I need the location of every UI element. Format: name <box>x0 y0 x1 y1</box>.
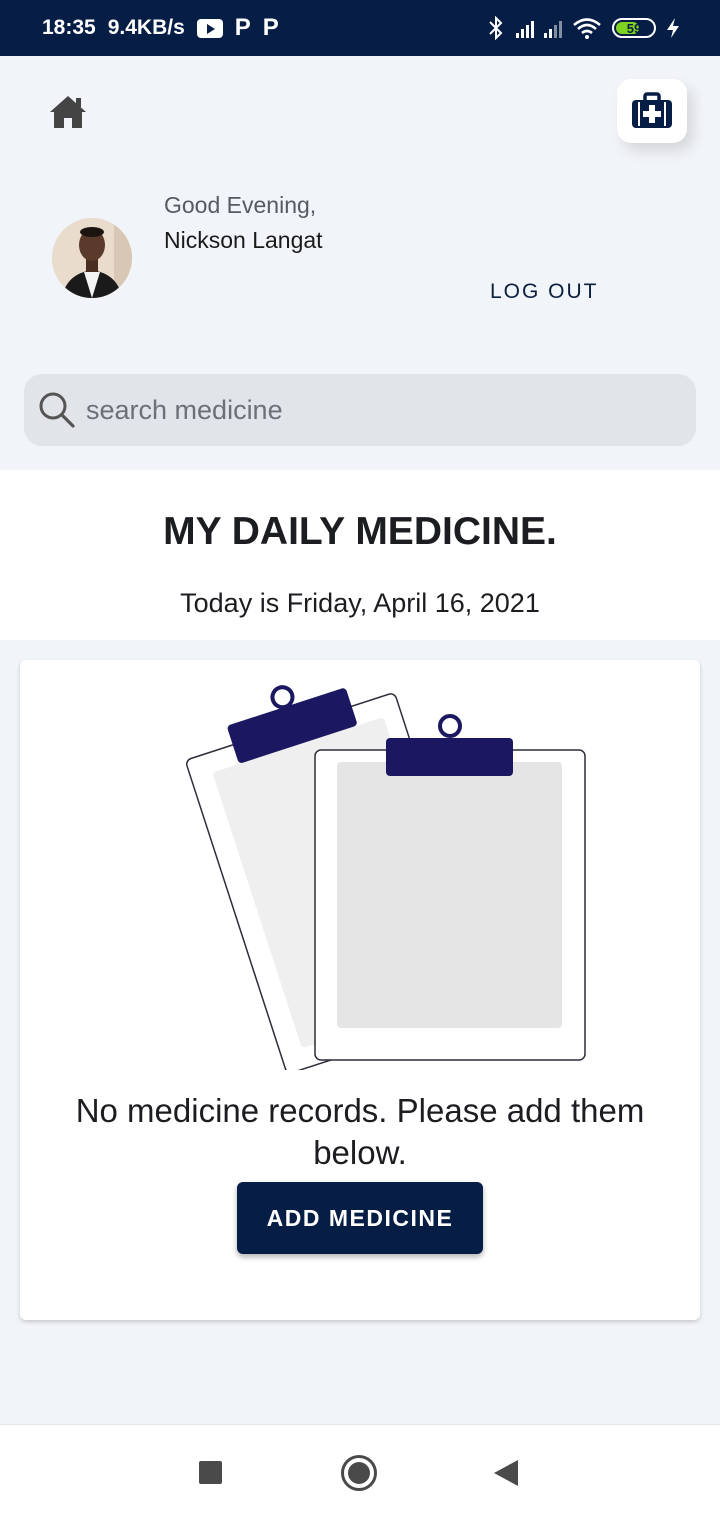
network-speed: 9.4KB/s <box>107 16 185 39</box>
user-name: Nickson Langat <box>164 227 323 253</box>
status-time: 18:35 <box>42 16 96 39</box>
back-icon[interactable] <box>494 1460 518 1486</box>
recent-apps-icon[interactable] <box>199 1461 222 1484</box>
home-button[interactable] <box>48 92 88 132</box>
search-icon <box>39 392 75 428</box>
signal-icon <box>516 18 534 38</box>
status-bar: 18:35 9.4KB/s P P 59 <box>0 0 720 56</box>
notification-p-icon: P <box>234 14 251 41</box>
nav-home-icon[interactable] <box>341 1455 377 1491</box>
home-icon <box>50 96 86 128</box>
title-section: MY DAILY MEDICINE. Today is Friday, Apri… <box>0 470 720 640</box>
notification-p-icon-2: P <box>262 14 279 41</box>
wifi-icon <box>573 18 601 39</box>
avatar <box>52 218 132 298</box>
logout-button[interactable]: LOG OUT <box>490 280 599 304</box>
greeting-text: Good Evening, <box>164 192 317 218</box>
search-bar[interactable] <box>24 374 696 446</box>
empty-state-card: No medicine records. Please add them bel… <box>20 660 700 1320</box>
first-aid-kit-icon <box>632 92 672 128</box>
bluetooth-icon <box>489 16 503 40</box>
date-text: Today is Friday, April 16, 2021 <box>180 588 540 618</box>
charging-icon <box>667 18 679 38</box>
battery-level: 59 <box>626 20 642 36</box>
battery-icon: 59 <box>612 18 656 38</box>
search-input[interactable] <box>86 394 646 426</box>
add-medicine-button[interactable]: ADD MEDICINE <box>237 1182 483 1254</box>
empty-state-message: No medicine records. Please add them bel… <box>75 1092 645 1171</box>
clipboard-illustration <box>186 685 586 1070</box>
first-aid-kit-button[interactable] <box>617 79 687 143</box>
signal-icon-2 <box>544 18 562 38</box>
page-title: MY DAILY MEDICINE. <box>163 510 557 553</box>
youtube-icon <box>196 18 223 38</box>
